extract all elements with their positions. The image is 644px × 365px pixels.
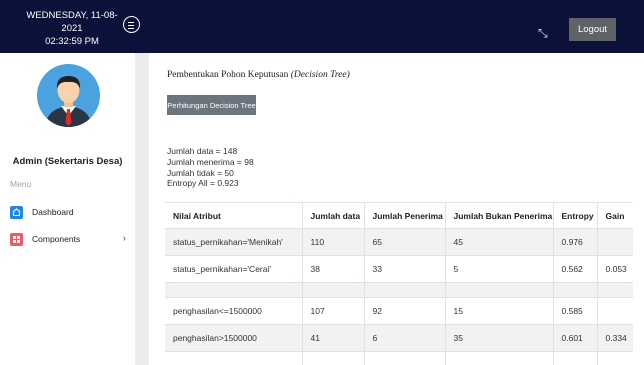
col-header: Nilai Atribut [165,202,302,229]
table-cell: 0.562 [552,255,597,283]
sidebar: Admin (Sekertaris Desa) Menu Dashboard C… [0,53,135,365]
table-header-row: Nilai Atribut Jumlah data Jumlah Penerim… [165,202,633,229]
stats-summary: Jumlah data = 148 Jumlah menerima = 98 J… [167,146,254,189]
table-row-spacer [165,282,633,298]
table-cell: 41 [301,324,364,352]
stat-rejected: Jumlah tidak = 50 [167,167,234,178]
components-icon [10,233,23,246]
table-cell [552,282,597,298]
table-cell [301,282,364,298]
table-row: penghasilan<=1500000 107 92 15 0.585 [165,297,633,325]
table-cell: 38 [301,255,364,283]
table-cell [165,282,302,298]
col-header: Jumlah data [301,202,364,229]
table-row: status_pernikahan='Cerai' 38 33 5 0.562 … [165,255,633,283]
avatar [37,64,100,127]
decision-tree-calc-button[interactable]: Perhitungan Decision Tree [167,95,256,115]
table-cell [596,351,633,365]
table-cell: 0.976 [552,228,597,256]
table-cell [596,228,633,256]
logout-button[interactable]: Logout [569,18,616,41]
table-row-spacer [165,351,633,365]
stat-total-data: Jumlah data = 148 [167,146,238,156]
table-cell: 15 [444,297,553,325]
datetime-display: WEDNESDAY, 11-08-2021 02:32:59 PM [22,9,122,48]
table-cell [301,351,364,365]
menu-toggle-icon[interactable] [123,16,140,33]
sidebar-item-components[interactable]: Components › [10,233,130,247]
sidebar-item-label: Dashboard [32,207,74,217]
table-cell [552,351,597,365]
table-cell: 65 [363,228,445,256]
col-header: Gain [596,202,633,229]
stat-entropy-all: Entropy All = 0.923 [167,178,239,189]
table-cell: 45 [444,228,553,256]
main-content: Pembentukan Pohon Keputusan (Decision Tr… [149,53,644,365]
table-cell: 92 [363,297,445,325]
table-cell: 0.053 [596,255,633,283]
table-cell: 0.585 [552,297,597,325]
table-cell [165,351,302,365]
table-cell: 0.334 [596,324,633,352]
user-name: Admin (Sekertaris Desa) [12,156,123,167]
menu-label: Menu [10,179,32,189]
table-cell: 5 [444,255,553,283]
time-text: 02:32:59 PM [45,36,99,47]
col-header: Jumlah Penerima [363,202,445,229]
page-title-italic: (Decision Tree) [290,70,350,80]
table-cell [596,297,633,325]
sidebar-item-label: Components [32,234,81,244]
fullscreen-icon[interactable]: ⤡ [538,27,548,39]
table-cell: penghasilan<=1500000 [165,297,302,325]
table-cell: penghasilan>1500000 [165,324,302,352]
page-title-text: Pembentukan Pohon Keputusan [167,70,289,80]
date-text: WEDNESDAY, 11-08-2021 [26,10,118,34]
table-cell: 6 [363,324,445,352]
table-cell [363,351,445,365]
page-title: Pembentukan Pohon Keputusan (Decision Tr… [167,70,350,80]
stat-accepted: Jumlah menerima = 98 [167,156,254,167]
col-header: Jumlah Bukan Penerima [444,202,553,229]
sidebar-item-dashboard[interactable]: Dashboard [10,206,130,220]
table-row: status_pernikahan='Menikah' 110 65 45 0.… [165,228,633,256]
table-cell: 0.601 [552,324,597,352]
table-cell: 35 [444,324,553,352]
table-cell [444,351,553,365]
table-cell: 110 [301,228,364,256]
table-cell: 107 [301,297,364,325]
table-cell: status_pernikahan='Cerai' [165,255,302,283]
col-header: Entropy [552,202,597,229]
table-cell [596,282,633,298]
top-navbar: WEDNESDAY, 11-08-2021 02:32:59 PM ⤡ Logo… [0,0,644,53]
sidebar-divider [135,53,149,365]
table-cell: status_pernikahan='Menikah' [165,228,302,256]
table-row: penghasilan>1500000 41 6 35 0.601 0.334 [165,324,633,352]
table-cell [444,282,553,298]
dashboard-icon [10,206,23,219]
table-cell: 33 [363,255,445,283]
table-cell [363,282,445,298]
chevron-right-icon: › [122,233,126,244]
entropy-gain-table: Nilai Atribut Jumlah data Jumlah Penerim… [165,202,633,365]
